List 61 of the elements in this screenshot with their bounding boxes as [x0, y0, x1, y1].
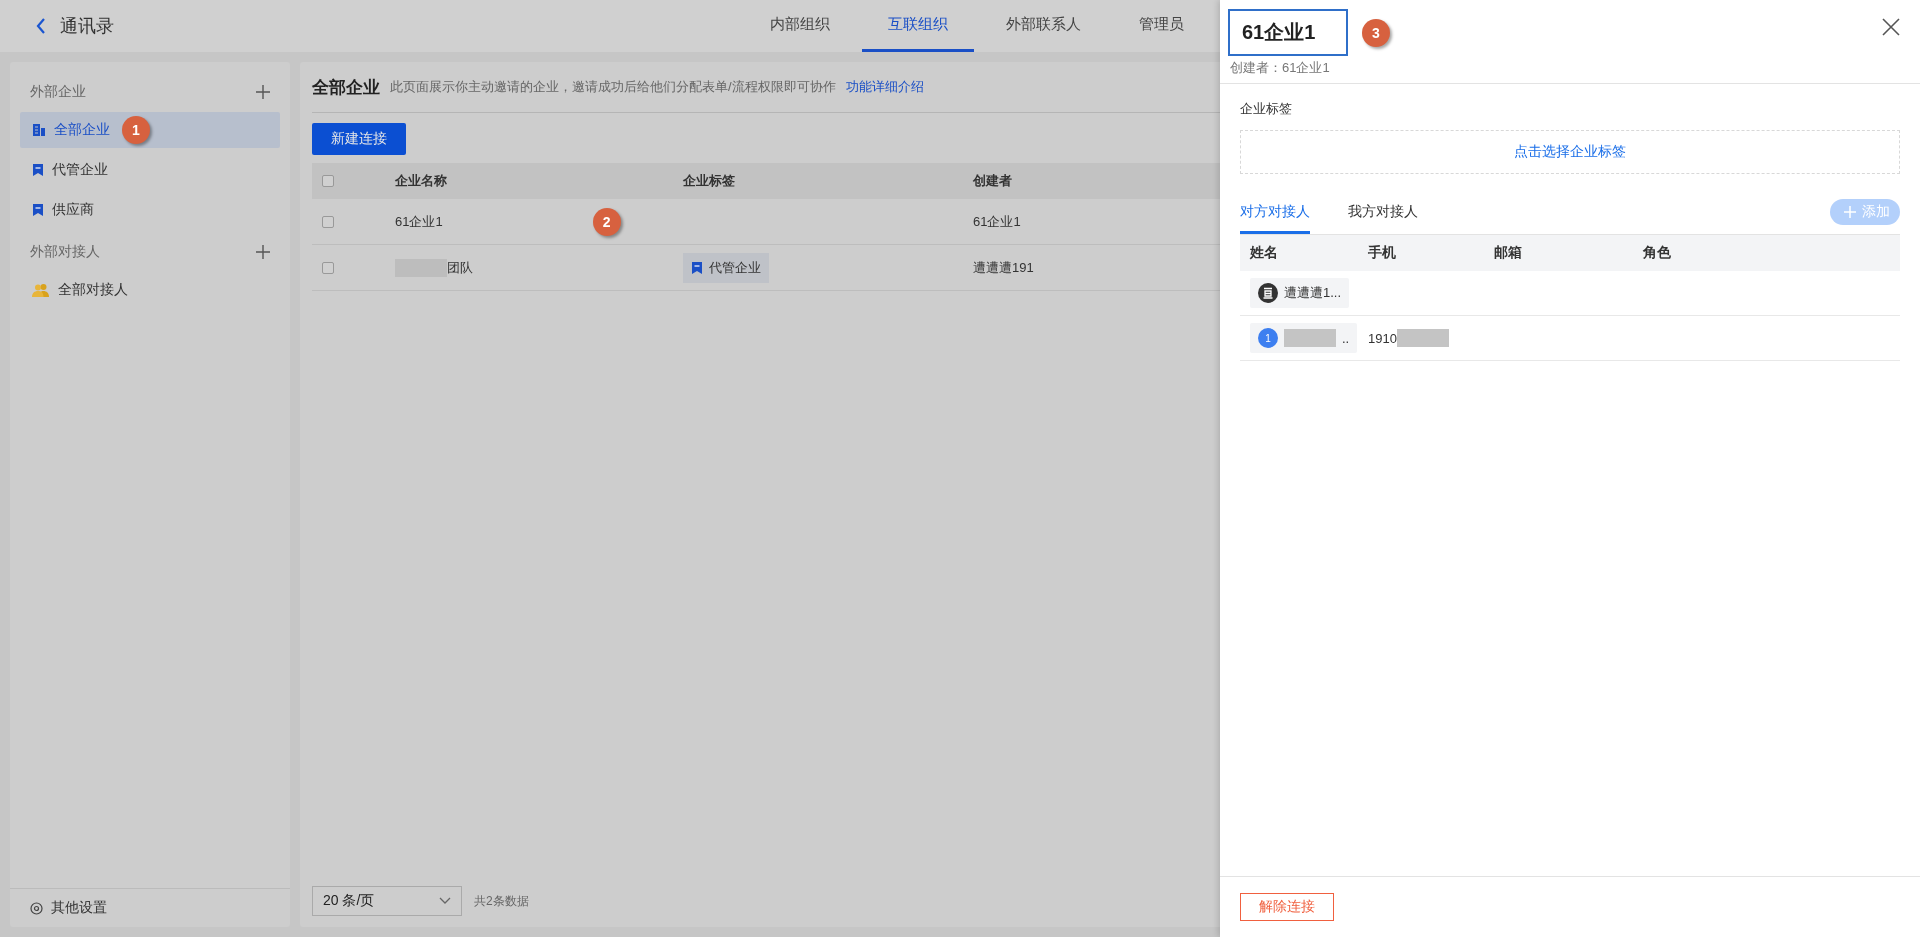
row-checkbox[interactable]	[322, 215, 334, 228]
contact-chip[interactable]: 遭遭遭1...	[1250, 278, 1350, 308]
column-header: 角色	[1642, 243, 1672, 262]
settings-icon	[30, 901, 43, 915]
nav-tab[interactable]: 互联组织	[862, 0, 974, 52]
title-field[interactable]: 61企业1	[1228, 9, 1348, 56]
back-icon[interactable]	[36, 18, 46, 34]
select-all-checkbox[interactable]	[322, 175, 334, 187]
page-title: 通讯录	[60, 15, 114, 38]
tag-picker[interactable]: 点击选择企业标签	[1240, 130, 1900, 174]
nav-tab[interactable]: 管理员	[1113, 0, 1210, 52]
section-title: 外部企业	[30, 83, 86, 101]
avatar-icon	[1258, 283, 1278, 303]
nav-tab[interactable]: 内部组织	[744, 0, 856, 52]
tag-chip: 代管企业	[683, 252, 769, 283]
sidebar-item[interactable]: 全部对接人	[20, 272, 280, 308]
column-header: 创建者	[973, 172, 1013, 190]
table-cell: 61企业1	[395, 212, 443, 231]
number-marker: 1	[122, 116, 150, 144]
column-header: 企业名称	[395, 172, 448, 190]
unlink-button[interactable]: 解除连接	[1240, 893, 1334, 921]
number-marker: 2	[592, 207, 621, 236]
description-text: 此页面展示你主动邀请的企业，邀请成功后给他们分配表单/流程权限即可协作	[390, 78, 836, 96]
sidebar-item[interactable]: 全部企业 1	[20, 112, 280, 148]
bookmark-icon	[32, 203, 44, 217]
new-connection-button[interactable]: 新建连接	[312, 123, 406, 155]
plus-icon	[1844, 206, 1856, 218]
total-count: 共2条数据	[474, 892, 529, 910]
section-title: 外部对接人	[30, 243, 100, 261]
table-cell: 团队	[447, 258, 473, 277]
table-cell-text: 61企业1	[973, 212, 1022, 231]
nav-tab[interactable]: 外部联系人	[980, 0, 1107, 52]
column-header: 姓名	[1249, 243, 1279, 262]
plus-icon[interactable]	[256, 245, 270, 259]
people-icon	[32, 283, 50, 297]
page-size-select[interactable]: 20 条/页	[312, 886, 462, 916]
phone-text: 1910	[1368, 330, 1397, 346]
creator-text: 创建者：61企业1	[1230, 59, 1330, 77]
close-icon[interactable]	[1882, 18, 1900, 36]
bookmark-icon	[32, 163, 44, 177]
section-title: 全部企业	[312, 76, 380, 99]
contact-tab[interactable]: 我方对接人	[1348, 190, 1418, 234]
table-cell-text: 遭遭遭191	[973, 258, 1035, 277]
caret-icon	[439, 897, 451, 905]
field-label: 企业标签	[1240, 100, 1292, 118]
help-link[interactable]: 功能详细介绍	[845, 78, 924, 96]
building-icon	[32, 123, 46, 137]
column-header: 手机	[1367, 243, 1397, 262]
redaction-block	[1284, 329, 1336, 347]
column-header: 邮箱	[1493, 243, 1523, 262]
sidebar-item[interactable]: 代管企业	[20, 152, 280, 188]
column-header: 企业标签	[683, 172, 736, 190]
number-marker: 3	[1362, 18, 1390, 47]
avatar: 1	[1258, 328, 1278, 348]
redaction-block	[1396, 329, 1449, 347]
bookmark-icon	[691, 260, 703, 275]
settings-link[interactable]: 其他设置	[51, 899, 107, 917]
contact-chip[interactable]: 1 ..	[1250, 323, 1358, 353]
row-checkbox[interactable]	[322, 261, 334, 274]
plus-icon[interactable]	[256, 85, 270, 99]
sidebar-item[interactable]: 供应商	[20, 192, 280, 228]
